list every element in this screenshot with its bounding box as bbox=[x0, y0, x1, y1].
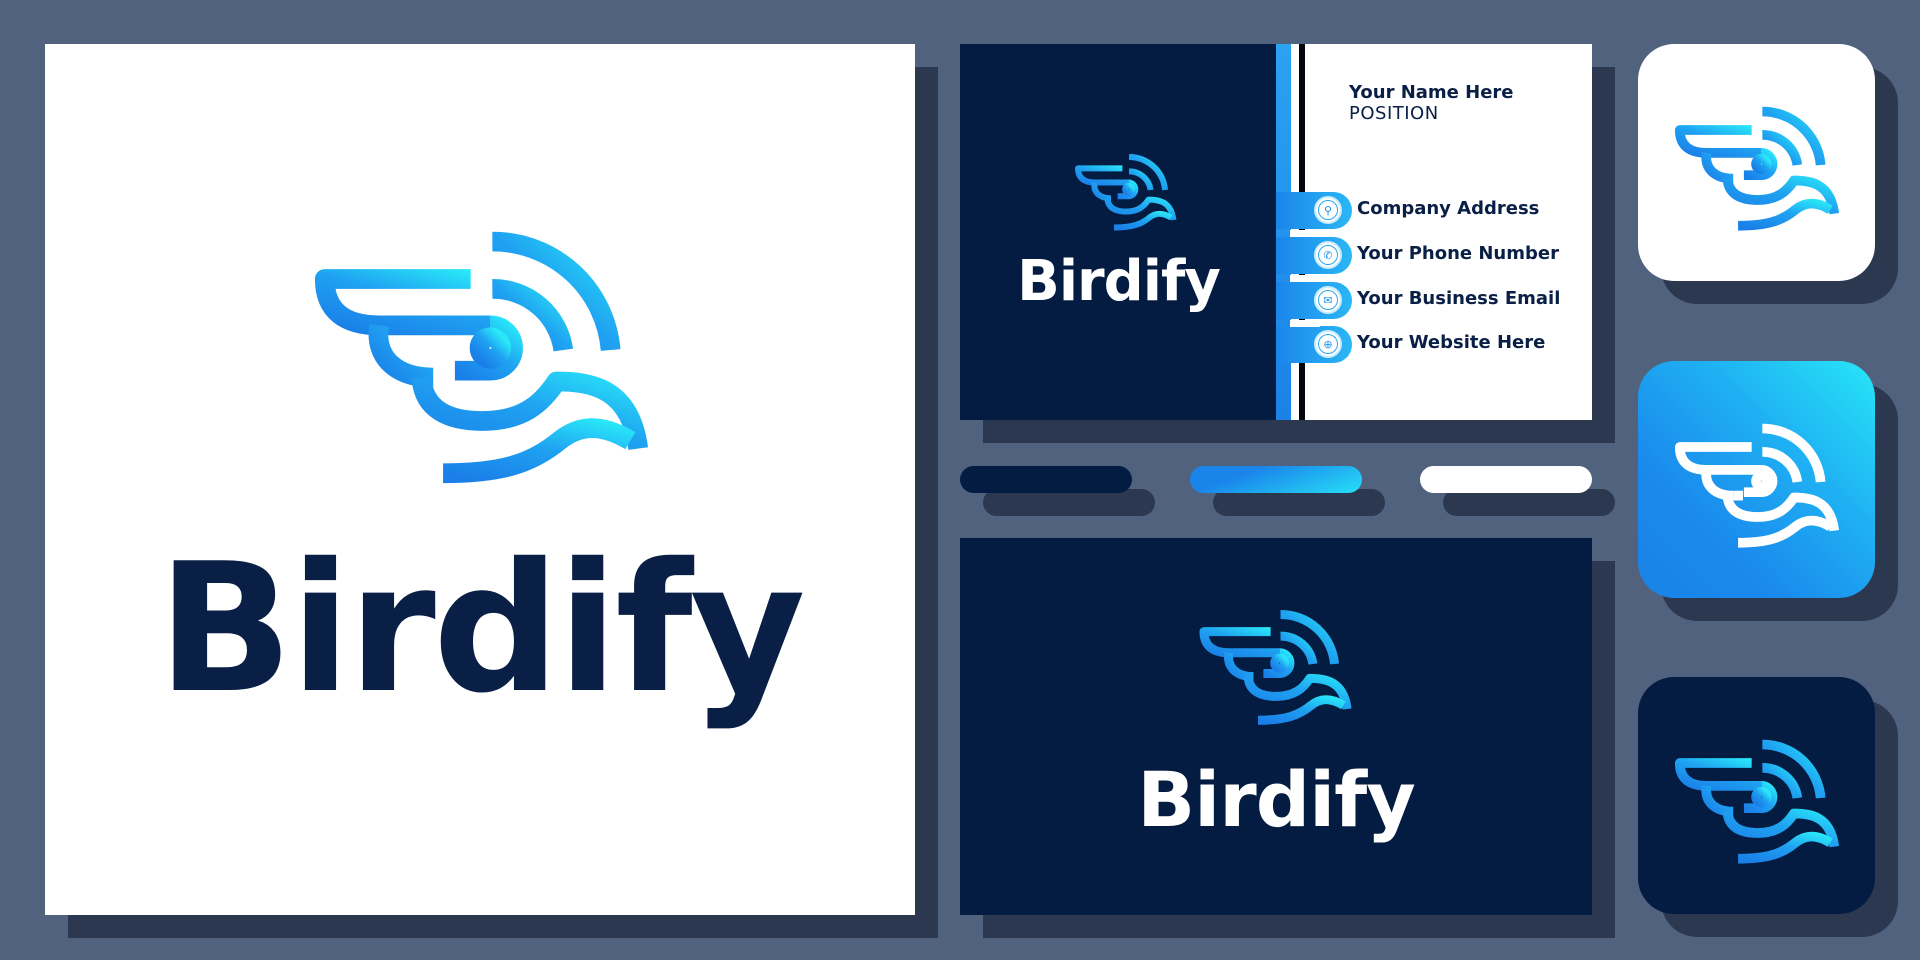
globe-icon: ⊕ bbox=[1314, 330, 1342, 358]
bird-logo-icon bbox=[1670, 730, 1845, 866]
card-front-wordmark: Birdify bbox=[1017, 249, 1221, 314]
card-accent-strip bbox=[1276, 44, 1291, 420]
swatch-white bbox=[1420, 466, 1592, 493]
contact-separator bbox=[1290, 275, 1320, 282]
swatch-shadow bbox=[1213, 489, 1385, 516]
contact-phone: Your Phone Number bbox=[1357, 243, 1559, 264]
i-letter: i bbox=[289, 525, 351, 732]
contact-address: Company Address bbox=[1357, 198, 1540, 219]
bird-logo-icon bbox=[1670, 414, 1845, 550]
phone-icon: ✆ bbox=[1314, 241, 1342, 269]
main-wordmark: Birdify bbox=[157, 525, 805, 732]
wide-card-wordmark: Birdify bbox=[1137, 755, 1416, 844]
swatch-shadow bbox=[983, 489, 1155, 516]
envelope-icon: ✉ bbox=[1314, 286, 1342, 314]
contact-separator bbox=[1290, 230, 1320, 237]
bird-logo-icon bbox=[305, 212, 660, 488]
bird-logo-icon bbox=[1670, 97, 1845, 233]
swatch-blue-gradient bbox=[1190, 466, 1362, 493]
card-name: Your Name Here bbox=[1349, 82, 1514, 103]
swatch-shadow bbox=[1443, 489, 1615, 516]
bird-logo-icon bbox=[1071, 148, 1181, 232]
i-letter: i bbox=[557, 525, 618, 732]
contact-email: Your Business Email bbox=[1357, 288, 1561, 309]
business-card-front bbox=[960, 44, 1277, 420]
contact-separator bbox=[1290, 320, 1320, 327]
location-pin-icon: ⚲ bbox=[1314, 196, 1342, 224]
card-position: POSITION bbox=[1349, 103, 1439, 124]
swatch-navy bbox=[960, 466, 1132, 493]
bird-logo-icon bbox=[1195, 601, 1357, 727]
contact-website: Your Website Here bbox=[1357, 332, 1546, 353]
